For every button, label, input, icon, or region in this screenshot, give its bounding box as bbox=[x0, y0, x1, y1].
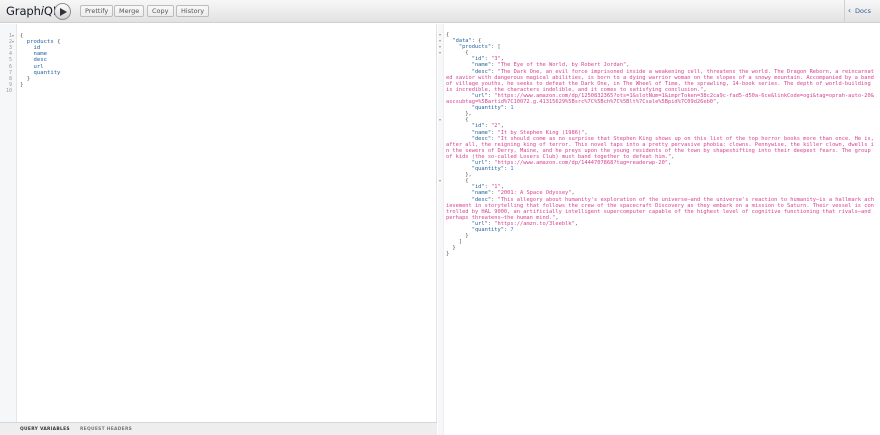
tab-query-variables[interactable]: QUERY VARIABLES bbox=[20, 427, 70, 432]
play-icon bbox=[60, 8, 67, 16]
docs-button[interactable]: ‹ Docs bbox=[848, 6, 871, 15]
copy-button[interactable]: Copy bbox=[147, 5, 174, 17]
json-line: "url": "https://www.amazon.com/dp/125083… bbox=[446, 92, 874, 106]
app-title: GraphiQL bbox=[6, 4, 60, 18]
docs-divider bbox=[844, 0, 845, 23]
fold-toggle-icon[interactable]: ▾ bbox=[439, 117, 441, 123]
query-line: } bbox=[20, 81, 24, 88]
prettify-button[interactable]: Prettify bbox=[80, 5, 114, 17]
fold-toggle-icon[interactable]: ▾ bbox=[12, 39, 16, 45]
result-gutter bbox=[438, 24, 444, 435]
history-button[interactable]: History bbox=[176, 5, 210, 17]
json-line: } bbox=[446, 251, 450, 258]
merge-button[interactable]: Merge bbox=[114, 5, 145, 17]
fold-toggle-icon[interactable]: ▾ bbox=[439, 178, 441, 184]
chevron-left-icon: ‹ bbox=[847, 6, 852, 15]
fold-toggle-icon[interactable]: ▾ bbox=[439, 50, 441, 56]
tab-request-headers[interactable]: REQUEST HEADERS bbox=[80, 427, 132, 432]
json-line: "desc": "The Dark One, an evil force imp… bbox=[446, 68, 874, 93]
toolbar: GraphiQL Prettify Merge Copy History ‹ Do… bbox=[0, 0, 880, 23]
json-line: "desc": "This allegory about humanity's … bbox=[446, 196, 874, 221]
line-number: 10 bbox=[5, 87, 12, 94]
json-line: "desc": "It should come as no surprise t… bbox=[446, 135, 874, 160]
execute-query-button[interactable] bbox=[54, 3, 71, 20]
json-result: { "data": { "products": [ { "id": "3", "… bbox=[446, 32, 874, 257]
docs-label: Docs bbox=[855, 7, 871, 15]
query-editor[interactable]: 1 ▾{2 ▾ products {3 id 4 name 5 desc 6 url 7 q… bbox=[0, 24, 437, 435]
variables-bar: QUERY VARIABLES REQUEST HEADERS bbox=[0, 422, 437, 435]
